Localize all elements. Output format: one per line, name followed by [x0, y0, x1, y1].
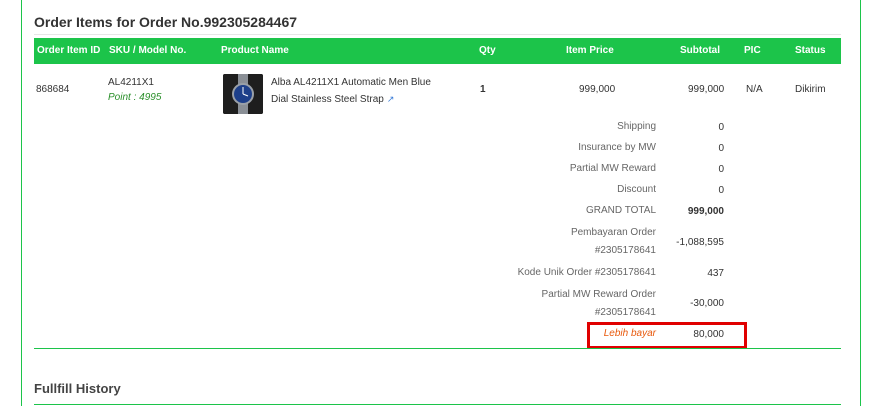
summary-partial-reward-order-value: -30,000 — [690, 298, 724, 309]
header-status: Status — [795, 45, 826, 56]
history-divider — [34, 404, 841, 405]
product-name-line2: Dial Stainless Steel Strap — [271, 94, 384, 105]
subtotal-value: 999,000 — [688, 84, 725, 95]
summary-partial-reward-label: Partial MW Reward — [569, 163, 656, 174]
product-name-link[interactable]: Alba AL4211X1 Automatic Men Blue Dial St… — [271, 74, 461, 108]
header-subtotal: Subtotal — [680, 45, 720, 56]
header-item-price: Item Price — [566, 45, 614, 56]
summary-kode-unik-value: 437 — [707, 268, 724, 279]
summary-grand-total-value: 999,000 — [687, 206, 724, 217]
fullfill-history-title: Fullfill History — [34, 381, 121, 396]
summary-kode-unik-label: Kode Unik Order #2305178641 — [517, 267, 656, 278]
order-items-title: Order Items for Order No.992305284467 — [34, 14, 298, 30]
header-pic: PIC — [744, 45, 761, 56]
header-sku: SKU / Model No. — [109, 45, 187, 56]
status-value: Dikirim — [795, 84, 826, 95]
external-link-icon[interactable]: ↗ — [387, 94, 395, 104]
item-price-value: 999,000 — [579, 84, 616, 95]
watch-image[interactable] — [223, 74, 263, 114]
summary-partial-reward-order-label-line2: #2305178641 — [594, 307, 656, 318]
summary-pembayaran-value: -1,088,595 — [676, 237, 724, 248]
summary-shipping-value: 0 — [718, 122, 724, 133]
order-item-id: 868684 — [36, 84, 70, 95]
lebih-bayar-highlight — [587, 322, 747, 349]
items-bottom-divider — [34, 348, 841, 349]
summary-pembayaran-label-line1: Pembayaran Order — [570, 227, 656, 238]
point-value: Point : 4995 — [108, 92, 162, 103]
summary-insurance-label: Insurance by MW — [578, 142, 656, 153]
summary-grand-total-label: GRAND TOTAL — [585, 205, 656, 216]
header-qty: Qty — [479, 45, 496, 56]
summary-insurance-value: 0 — [718, 143, 724, 154]
pic-value: N/A — [746, 84, 763, 95]
summary-pembayaran-label-line2: #2305178641 — [594, 245, 656, 256]
table-header: Order Item ID SKU / Model No. Product Na… — [34, 38, 841, 64]
qty-value: 1 — [480, 84, 486, 95]
sku-value: AL4211X1 — [108, 77, 154, 88]
product-name-line1: Alba AL4211X1 Automatic Men Blue — [271, 77, 431, 88]
summary-shipping-label: Shipping — [617, 121, 656, 132]
summary-partial-reward-order-label-line1: Partial MW Reward Order — [541, 289, 656, 300]
header-order-item-id: Order Item ID — [37, 45, 101, 56]
summary-partial-reward-value: 0 — [718, 164, 724, 175]
header-product-name: Product Name — [221, 45, 289, 56]
summary-discount-value: 0 — [718, 185, 724, 196]
watch-thumbnail-icon — [223, 74, 263, 114]
title-divider — [34, 34, 841, 35]
summary-discount-label: Discount — [617, 184, 656, 195]
